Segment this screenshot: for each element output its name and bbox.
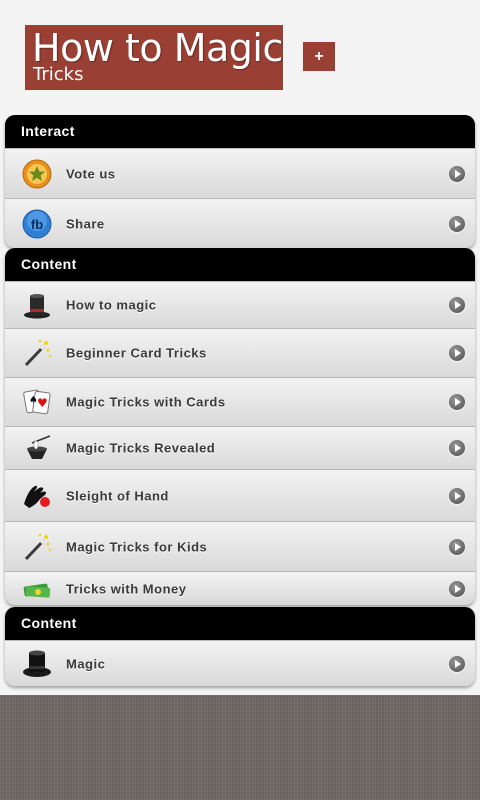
list-item-tricks-with-money[interactable]: Tricks with Money [5, 571, 475, 605]
app-title-banner: How to Magic Tricks [25, 25, 283, 90]
app-title: How to Magic [32, 26, 283, 70]
app-header: How to Magic Tricks + [0, 0, 480, 115]
star-medal-icon [21, 158, 53, 190]
list-item-sleight-of-hand[interactable]: Sleight of Hand [5, 469, 475, 521]
list-item-magic[interactable]: Magic [5, 640, 475, 686]
list-item-label: Tricks with Money [66, 581, 187, 596]
chevron-right-icon [449, 215, 465, 232]
chevron-right-icon [449, 345, 465, 361]
magic-wand-icon [21, 531, 53, 563]
svg-text:fb: fb [31, 217, 43, 232]
list-item-vote-us[interactable]: Vote us [5, 148, 475, 198]
list-item-label: Magic Tricks with Cards [66, 394, 226, 410]
list-item-label: How to magic [66, 297, 157, 313]
svg-text:♥: ♥ [37, 396, 48, 410]
list-item-share[interactable]: fb Share [5, 198, 475, 248]
section-interact: Interact Vote us fb Share [5, 115, 475, 248]
list-item-label: Beginner Card Tricks [66, 345, 207, 361]
section-title: Content [5, 248, 475, 281]
chevron-right-icon [449, 538, 465, 555]
section-title: Content [5, 607, 475, 640]
list-item-magic-tricks-with-cards[interactable]: ♠ ♥ Magic Tricks with Cards [5, 377, 475, 426]
app-subtitle: Tricks [33, 64, 84, 85]
chevron-right-icon [449, 580, 465, 597]
chevron-right-icon [449, 394, 465, 410]
chevron-right-icon [449, 655, 465, 672]
playing-cards-icon: ♠ ♥ [21, 386, 53, 418]
list-item-label: Vote us [66, 166, 116, 181]
money-icon [21, 573, 53, 605]
list-item-how-to-magic[interactable]: How to magic [5, 281, 475, 328]
magic-wand-icon [21, 337, 53, 369]
chevron-right-icon [449, 440, 465, 456]
top-hat-icon [21, 289, 53, 321]
chevron-right-icon [449, 165, 465, 182]
facebook-icon: fb [21, 208, 53, 240]
hat-and-wand-icon [21, 432, 53, 464]
list-item-magic-tricks-for-kids[interactable]: Magic Tricks for Kids [5, 521, 475, 571]
list-item-label: Magic [66, 656, 106, 671]
top-hat-icon [21, 648, 53, 680]
section-content: Content How to magic Beginner Card Trick [5, 248, 475, 605]
list-item-label: Magic Tricks Revealed [66, 440, 216, 456]
list-item-label: Sleight of Hand [66, 488, 169, 503]
section-title: Interact [5, 115, 475, 148]
section-content-2: Content Magic [5, 607, 475, 686]
chevron-right-icon [449, 487, 465, 504]
list-item-magic-tricks-revealed[interactable]: Magic Tricks Revealed [5, 426, 475, 469]
list-item-beginner-card-tricks[interactable]: Beginner Card Tricks [5, 328, 475, 377]
hand-with-ball-icon [21, 480, 53, 512]
list-item-label: Share [66, 216, 105, 231]
chevron-right-icon [449, 297, 465, 313]
list-item-label: Magic Tricks for Kids [66, 539, 208, 554]
add-button[interactable]: + [303, 42, 335, 71]
fabric-background [0, 695, 480, 800]
